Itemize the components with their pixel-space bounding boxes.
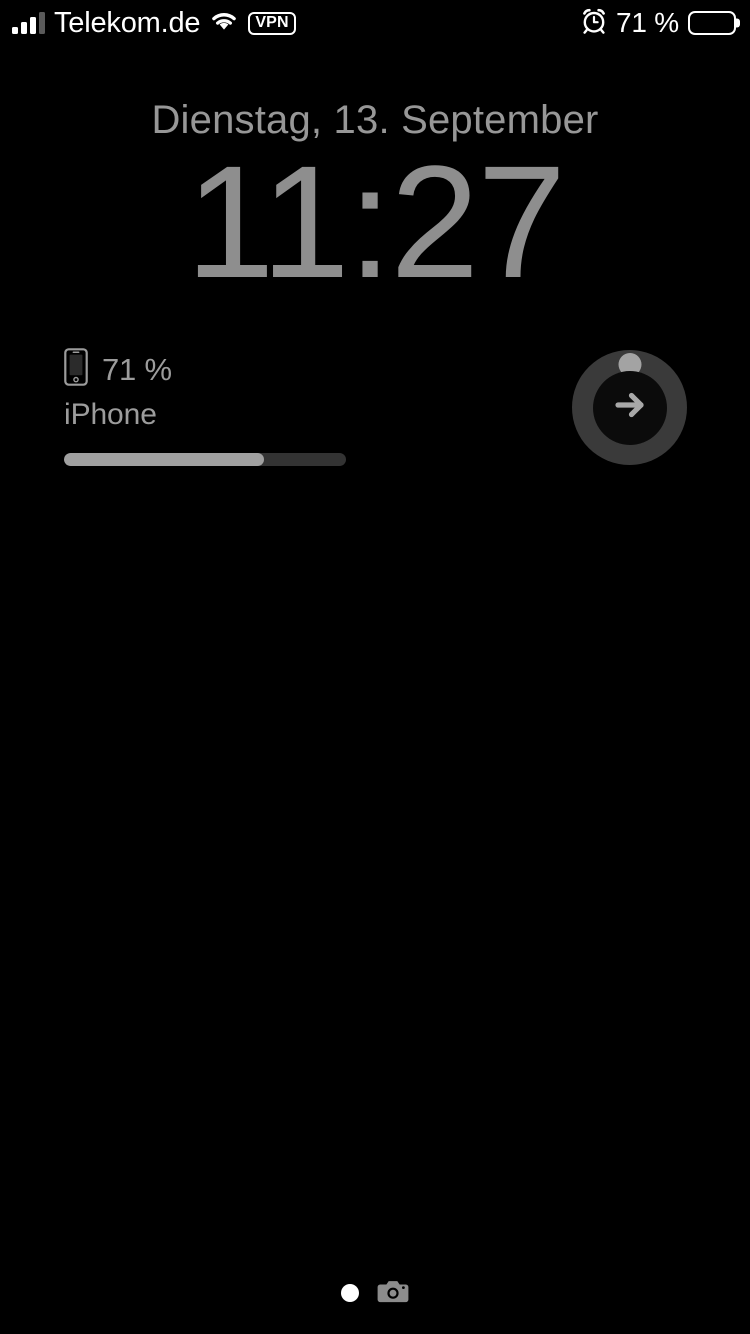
battery-widget-percent: 71 %	[102, 351, 172, 387]
camera-icon[interactable]	[377, 1278, 409, 1309]
status-bar-left: Telekom.de VPN	[12, 6, 296, 39]
signal-bar-1	[12, 27, 18, 34]
status-bar-right: 71 %	[581, 8, 736, 39]
carrier-label: Telekom.de	[54, 6, 201, 39]
battery-widget-header: 71 %	[64, 347, 364, 391]
bottom-dock	[0, 1264, 750, 1334]
continuity-arrow-button[interactable]	[572, 350, 687, 465]
lock-screen-clock: Dienstag, 13. September 11:27	[0, 96, 750, 306]
lock-screen-time: 11:27	[185, 132, 567, 311]
vpn-badge: VPN	[248, 11, 296, 35]
cellular-signal-icon	[12, 12, 45, 34]
status-battery-percent: 71 %	[615, 7, 679, 38]
battery-widget[interactable]: 71 % iPhone	[64, 347, 364, 466]
status-bar: Telekom.de VPN 71 %	[0, 0, 750, 46]
alarm-clock-icon	[581, 8, 607, 39]
battery-widget-progress-fill	[64, 453, 265, 466]
iphone-icon	[64, 347, 88, 391]
battery-widget-progress-bar	[64, 453, 346, 466]
signal-bar-3	[30, 17, 36, 34]
battery-widget-device-name: iPhone	[64, 398, 157, 431]
wifi-icon	[209, 9, 239, 37]
arrow-right-icon	[608, 383, 652, 432]
battery-icon	[688, 11, 736, 35]
arrow-button-inner[interactable]	[592, 370, 667, 445]
signal-bar-4	[39, 12, 45, 34]
home-dot-indicator	[341, 1284, 359, 1302]
signal-bar-2	[21, 22, 27, 34]
